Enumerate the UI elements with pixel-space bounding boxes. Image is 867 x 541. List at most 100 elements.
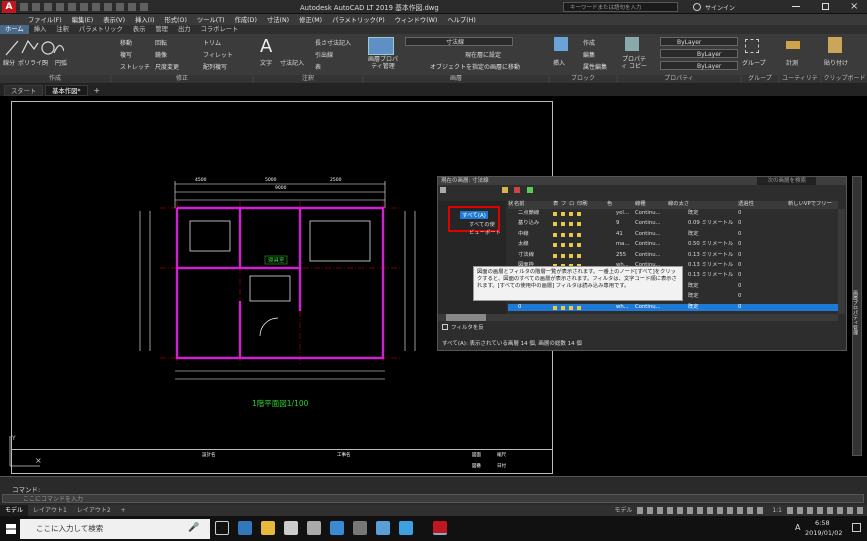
match-properties-icon[interactable] (625, 37, 639, 51)
layer-list-vscroll[interactable] (838, 209, 845, 314)
menu-format[interactable]: 形式(O) (164, 15, 186, 24)
menu-file[interactable]: ファイル(F) (28, 15, 62, 24)
col-lineweight[interactable]: 線の太さ (668, 201, 689, 209)
insert-block-button[interactable]: 挿入 (553, 58, 565, 67)
panel-clipboard[interactable]: クリップボード (822, 75, 867, 83)
layer-row[interactable]: 基り込み 9 Continu... 0.09 ミリメートル 0 (508, 220, 838, 228)
status-more-icons[interactable] (787, 507, 867, 514)
tab-home[interactable]: ホーム (0, 25, 29, 34)
edge-icon[interactable] (238, 521, 252, 535)
taskbar-search-input[interactable]: ここに入力して検索 (20, 519, 210, 539)
explorer-icon[interactable] (261, 521, 275, 535)
command-input[interactable]: ここにコマンドを入力 (2, 494, 864, 503)
leader-button[interactable]: 引出線 (315, 50, 333, 59)
draw-tools-icons[interactable] (4, 37, 64, 57)
color-combo[interactable]: ByLayer (660, 37, 738, 46)
move-button[interactable]: 移動 (120, 38, 132, 47)
menu-edit[interactable]: 編集(E) (72, 15, 94, 24)
layer-combo[interactable]: 寸法線 (405, 37, 513, 46)
layer-state-icons[interactable] (553, 253, 583, 258)
stretch-button[interactable]: ストレッチ (120, 62, 150, 71)
layer-state-icons[interactable] (553, 212, 583, 216)
menu-modify[interactable]: 修正(M) (299, 15, 322, 24)
menu-draw[interactable]: 作成(D) (235, 15, 257, 24)
filter-used[interactable]: すべての使 (469, 220, 495, 228)
text-icon[interactable]: A (260, 36, 272, 57)
autocad-taskbar-icon[interactable] (433, 521, 447, 535)
layer-state-icons[interactable] (553, 305, 583, 310)
tab-collaborate[interactable]: コラボレート (196, 25, 244, 34)
filter-all[interactable]: すべて(A) (460, 211, 488, 219)
autocad-logo-icon[interactable]: A (2, 1, 16, 13)
new-layer-icon[interactable] (502, 187, 509, 193)
layer-properties-icon[interactable] (368, 37, 394, 55)
task-view-icon[interactable] (215, 521, 229, 535)
tab-manage[interactable]: 管理 (150, 25, 173, 34)
linear-dim-button[interactable]: 長さ寸法記入 (315, 38, 351, 47)
palette-toolbar[interactable] (440, 187, 560, 197)
set-current-icon[interactable] (526, 187, 533, 193)
media-icon[interactable] (330, 521, 344, 535)
user-icon[interactable] (693, 3, 701, 11)
tab-start[interactable]: スタート (4, 84, 44, 96)
fillet-button[interactable]: フィレット (203, 50, 233, 59)
menu-help[interactable]: ヘルプ(H) (447, 15, 476, 24)
panel-modify[interactable]: 修正 (112, 75, 252, 83)
paint-icon[interactable] (376, 521, 390, 535)
menu-window[interactable]: ウィンドウ(W) (395, 15, 438, 24)
measure-button[interactable]: 計測 (786, 58, 798, 67)
col-plot[interactable]: 印刷 (577, 201, 588, 209)
layer-list-hscroll[interactable] (438, 314, 838, 321)
layer-search-input[interactable]: 次の画層を検索 (757, 177, 816, 185)
match-properties-button[interactable]: プロパティ コピー (620, 56, 648, 70)
create-block-button[interactable]: 作成 (583, 38, 595, 47)
layer-row[interactable]: 二点鎖線 yel... Continu... 既定 0 (508, 210, 838, 218)
panel-annotation[interactable]: 注釈 (254, 75, 362, 83)
group-icon[interactable] (745, 39, 759, 53)
col-name[interactable]: 名前 (514, 201, 525, 209)
circle-button[interactable]: 円 (42, 58, 48, 67)
add-layout-icon[interactable]: + (116, 505, 131, 516)
tab-drawing[interactable]: 基本作図* (45, 84, 88, 96)
mail-icon[interactable] (284, 521, 298, 535)
layer-state-icons[interactable] (553, 222, 583, 227)
tab-parametric[interactable]: パラメトリック (74, 25, 128, 34)
panel-block[interactable]: ブロック (550, 75, 616, 83)
col-vp-freeze[interactable]: 新しいVPでフリー (788, 201, 832, 209)
paste-icon[interactable] (828, 37, 842, 53)
clock-date[interactable]: 2019/01/02 (805, 529, 842, 537)
menu-parametric[interactable]: パラメトリック(P) (332, 15, 385, 24)
close-button[interactable]: × (850, 1, 858, 12)
menu-insert[interactable]: 挿入(I) (135, 15, 154, 24)
menu-dimension[interactable]: 寸法(N) (267, 15, 289, 24)
col-color[interactable]: 色 (607, 201, 612, 209)
filter-viewport[interactable]: ビューポート (469, 228, 501, 236)
layer-properties-palette[interactable]: 現在の画層: 寸法線 次の画層を検索 すべて(A) すべての使 ビューポート 状… (437, 176, 847, 351)
arc-button[interactable]: 円弧 (55, 58, 67, 67)
col-lock[interactable]: ロ (569, 201, 574, 209)
move-to-layer-button[interactable]: オブジェクトを指定の画層に移動 (430, 62, 520, 71)
video-icon[interactable] (353, 521, 367, 535)
linetype-combo[interactable]: ByLayer (660, 49, 738, 58)
menu-view[interactable]: 表示(V) (103, 15, 125, 24)
minimize-button[interactable] (792, 6, 800, 7)
delete-layer-icon[interactable] (514, 187, 521, 193)
palette-side-title[interactable]: 画層プロパティ管理 (852, 290, 859, 335)
set-current-button[interactable]: 現在層に設定 (465, 50, 501, 59)
copy-button[interactable]: 複写 (120, 50, 132, 59)
panel-group[interactable]: グループ (742, 75, 778, 83)
quick-access-toolbar[interactable] (20, 3, 150, 11)
col-status[interactable]: 状 (508, 201, 513, 209)
col-on[interactable]: 表 (553, 201, 558, 209)
insert-block-icon[interactable] (554, 37, 568, 51)
menu-tools[interactable]: ツール(T) (197, 15, 225, 24)
microphone-icon[interactable]: 🎤 (188, 523, 199, 533)
measure-icon[interactable] (786, 41, 800, 49)
edit-attributes-button[interactable]: 属性編集 (583, 62, 607, 71)
search-input[interactable]: キーワードまたは語句を入力 (563, 2, 678, 12)
col-freeze[interactable]: フ (561, 201, 566, 209)
scale-button[interactable]: 尺度変更 (155, 62, 179, 71)
tray-lang[interactable]: A (795, 523, 800, 532)
layer-row[interactable]: 太線 ma... Continu... 0.50 ミリメートル 0 (508, 241, 838, 249)
rotate-button[interactable]: 回転 (155, 38, 167, 47)
